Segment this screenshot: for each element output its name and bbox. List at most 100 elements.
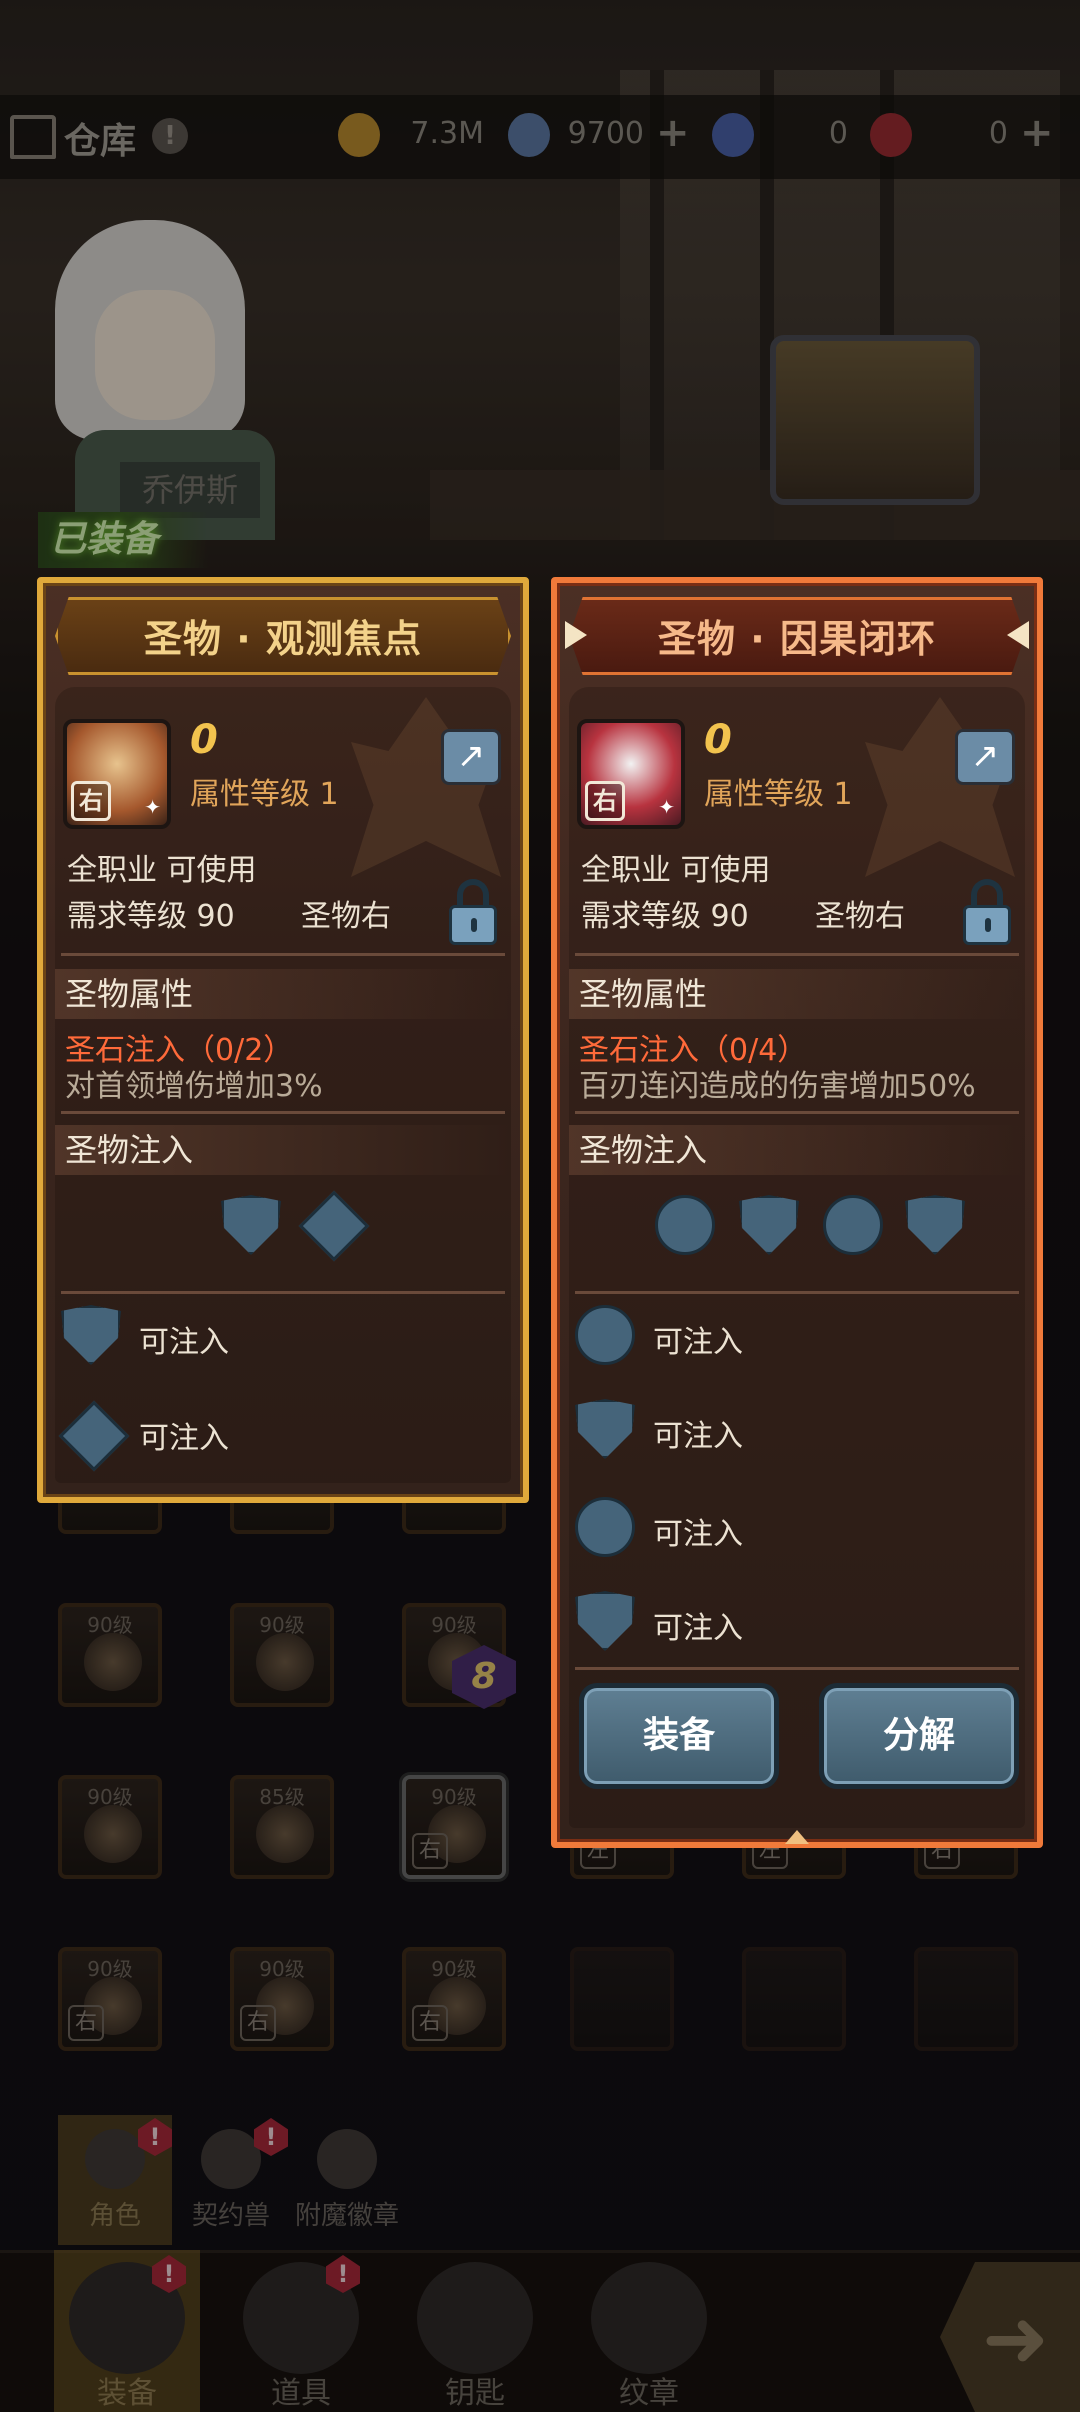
resource-value: 9700 [567,116,644,151]
inventory-slot[interactable]: 90级右 [58,1947,162,2051]
relic-item-icon[interactable]: 右 ✦ [63,719,171,829]
socket-row-label: 可注入 [139,1421,229,1456]
slot-level: 90级 [259,1957,305,1981]
slot-level: 90级 [87,1613,133,1637]
inventory-slot[interactable]: 90级右 [230,1947,334,2051]
category-tab-label: 角色 [88,2201,141,2231]
slot-level: 90级 [87,1785,133,1809]
decompose-button[interactable]: 分解 [819,1683,1019,1789]
enhance-level: 0 [190,717,218,763]
level-requirement: 需求等级 90 [581,899,749,934]
inventory-slot[interactable]: 90级 [230,1603,334,1707]
emblem-watermark-icon [351,697,501,877]
relic-inject-header: 圣物注入 [569,1125,1025,1175]
nav-tab[interactable]: 纹章 [576,2250,722,2412]
divider [61,953,505,956]
empty-inventory-slot[interactable] [742,1947,846,2051]
add-resource-button[interactable]: + [1020,110,1054,156]
socket-row-label: 可注入 [139,1325,229,1360]
key-icon [417,2262,533,2374]
resource-value: 0 [828,116,848,151]
inventory-slot[interactable]: 85级 [230,1775,334,1879]
hand-badge: 右 [585,781,625,821]
hand-badge: 右 [412,2005,448,2041]
attribute-level: 属性等级 1 [190,777,339,812]
equipped-relic-panel: 圣物 · 观测焦点 右 ✦ 0 属性等级 1 ↗ 全职业 可使用 需求等级 90… [37,577,529,1503]
warehouse-icon [10,115,56,159]
slot-type: 圣物右 [301,899,391,934]
shield-socket-icon [739,1195,799,1255]
shield-socket-icon [575,1591,635,1651]
diamond-socket-icon [58,1400,130,1472]
divider [575,1291,1019,1294]
empty-inventory-slot[interactable] [914,1947,1018,2051]
relic-item-icon[interactable]: 右 ✦ [577,719,685,829]
socket-row-label: 可注入 [653,1325,743,1360]
diamond-socket-icon [298,1190,370,1262]
divider [61,1111,505,1114]
game-screen: 仓库 ! 7.3M 9700 +0 0 + 乔伊斯 已装备 90级 90级 90级 90级 85… [0,0,1080,2412]
slot-level: 90级 [431,1613,477,1637]
circle-socket-icon [575,1305,635,1365]
relic-icon [256,1805,314,1863]
shield-socket-icon [575,1399,635,1459]
equip-button[interactable]: 装备 [579,1683,779,1789]
divider [61,1291,505,1294]
slot-level: 90级 [259,1613,305,1637]
add-resource-button[interactable]: + [656,110,690,156]
relic-icon [256,1633,314,1691]
share-icon[interactable]: ↗ [955,729,1015,785]
inventory-slot[interactable]: 90级右 [402,1775,506,1879]
nav-tab-label: 钥匙 [445,2376,505,2411]
attribute-level: 属性等级 1 [704,777,853,812]
selected-relic-panel: 圣物 · 因果闭环 右 ✦ 0 属性等级 1 ↗ 全职业 可使用 需求等级 90… [551,577,1043,1848]
enchant-badge-icon [317,2129,377,2189]
category-tab-label: 契约兽 [191,2201,270,2231]
lock-icon[interactable] [963,879,1011,945]
class-requirement: 全职业 可使用 [67,853,257,888]
hero-name: 乔伊斯 [120,462,260,518]
relic-icon [84,1633,142,1691]
equipped-tag: 已装备 [38,512,208,568]
panel-notch-icon [785,1830,809,1844]
hand-badge: 右 [71,781,111,821]
panel-body: 右 ✦ 0 属性等级 1 ↗ 全职业 可使用 需求等级 90 圣物右 圣物属性 … [55,687,511,1483]
inventory-slot[interactable]: 90级右 [402,1947,506,2051]
prev-arrow-icon[interactable] [565,621,587,649]
next-arrow-icon[interactable] [1007,621,1029,649]
inventory-slot[interactable]: 90级 [58,1775,162,1879]
relic-inject-header: 圣物注入 [55,1125,511,1175]
divider [575,1111,1019,1114]
nav-tab-label: 纹章 [619,2376,679,2411]
empty-inventory-slot[interactable] [570,1947,674,2051]
category-tab[interactable]: 附魔徽章 [290,2115,404,2245]
slot-level: 90级 [87,1957,133,1981]
panel-body: 右 ✦ 0 属性等级 1 ↗ 全职业 可使用 需求等级 90 圣物右 圣物属性 … [569,687,1025,1828]
slot-level: 90级 [431,1957,477,1981]
category-tab-label: 附魔徽章 [294,2201,399,2231]
shield-socket-icon [905,1195,965,1255]
relic-attributes-header: 圣物属性 [55,969,511,1019]
paw-icon [201,2129,261,2189]
warehouse-alert-icon[interactable]: ! [152,118,188,154]
warehouse-label: 仓库 [64,121,137,162]
circle-socket-icon [575,1497,635,1557]
panel-title: 圣物 · 因果闭环 [569,597,1025,675]
background-shelf [430,470,1080,540]
socket-row-label: 可注入 [653,1419,743,1454]
level-requirement: 需求等级 90 [67,899,235,934]
slot-level: 90级 [431,1785,477,1809]
lock-icon[interactable] [449,879,497,945]
treasure-chest-image [770,335,980,505]
nav-tab-label: 道具 [271,2376,331,2411]
class-requirement: 全职业 可使用 [581,853,771,888]
inventory-slot[interactable]: 90级 [58,1603,162,1707]
shield-socket-icon [61,1305,121,1365]
socket-row-label: 可注入 [653,1517,743,1552]
share-icon[interactable]: ↗ [441,729,501,785]
arrow-icon: ➜ [982,2292,1050,2385]
nav-tab[interactable]: 钥匙 [402,2250,548,2412]
crest-icon [591,2262,707,2374]
socket-row-label: 可注入 [653,1611,743,1646]
hand-badge: 右 [240,2005,276,2041]
